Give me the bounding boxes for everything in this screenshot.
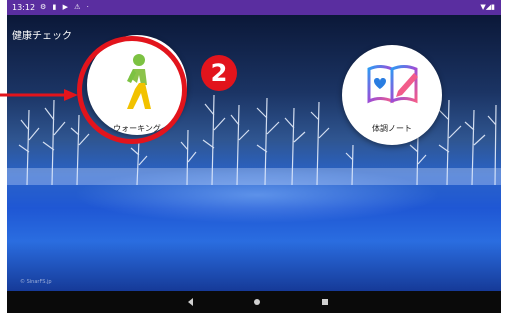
recents-icon[interactable] bbox=[319, 296, 331, 308]
status-bar: 13:12 ⚙ ▮ ▶ ⚠ · ▼◢▮ bbox=[7, 0, 501, 15]
pointer-arrow bbox=[0, 89, 78, 101]
system-status-icons: ▼◢▮ bbox=[480, 3, 495, 11]
wallpaper bbox=[7, 15, 501, 291]
tablet-screen: 13:12 ⚙ ▮ ▶ ⚠ · ▼◢▮ 健康チェック ウォーキング 体調ノート … bbox=[7, 0, 501, 313]
notification-icons: ⚙ ▮ ▶ ⚠ · bbox=[40, 3, 91, 11]
highlight-ring bbox=[77, 36, 187, 144]
health-notebook-app-button[interactable]: 体調ノート bbox=[342, 45, 442, 145]
step-number-badge: 2 bbox=[201, 55, 237, 91]
notebook-heart-icon bbox=[367, 65, 418, 106]
back-icon[interactable] bbox=[185, 296, 197, 308]
app-title: 健康チェック bbox=[12, 31, 72, 42]
status-time: 13:12 bbox=[12, 3, 36, 12]
health-notebook-app-label: 体調ノート bbox=[372, 124, 412, 133]
home-icon[interactable] bbox=[251, 296, 263, 308]
navigation-bar bbox=[7, 291, 501, 313]
wallpaper-credit: © SinarFS.jp bbox=[20, 279, 52, 285]
